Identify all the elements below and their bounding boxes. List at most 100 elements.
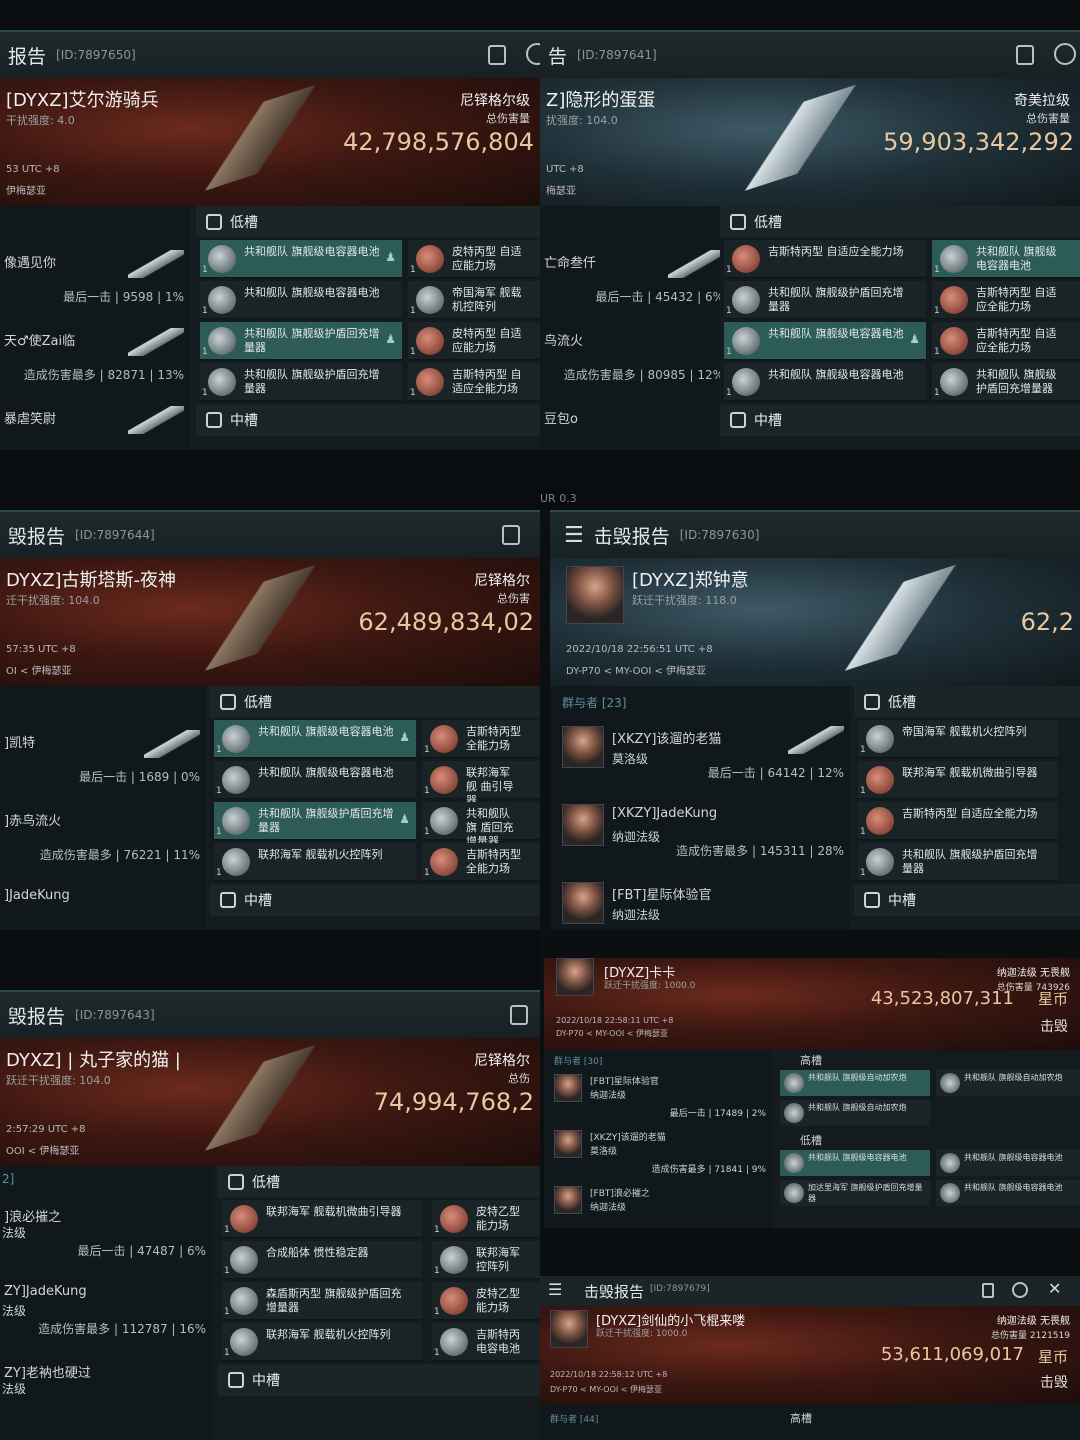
participants-count[interactable]: 群与者 [23] — [562, 694, 626, 711]
module-item[interactable]: 1 吉斯特丙型 自适应全能力场 — [932, 322, 1080, 360]
report-id[interactable]: [ID:7897644] — [75, 528, 155, 542]
module-item[interactable]: 1 联邦海军 舰载机火控阵列 — [222, 1323, 422, 1361]
victim-name[interactable]: Z]隐形的蛋蛋 — [546, 86, 655, 112]
section-low-slots[interactable]: 低槽 — [854, 686, 1080, 718]
module-item[interactable]: 1 吉斯特丙型 全能力场 — [422, 843, 540, 881]
participants-count[interactable]: 群与者 [44] — [550, 1412, 598, 1425]
module-item[interactable]: 共和舰队 旗舰级电容器电池 — [936, 1150, 1080, 1176]
section-mid-slots[interactable]: 中槽 — [210, 884, 540, 916]
attacker-row[interactable]: [XKZY]JadeKung 纳迦法级 造成伤害最多 | 145311 | 28% — [550, 794, 850, 874]
close-icon[interactable]: ✕ — [1048, 1279, 1061, 1298]
module-item[interactable]: 1 吉斯特丙型 自适应全能力场 — [408, 363, 540, 401]
attacker-row[interactable]: 天♂使Zai临 造成伤害最多 | 82871 | 13% — [0, 318, 190, 398]
attacker-row[interactable]: [FBT]星际体验官 纳迦法级 最后一击 | 17489 | 2% — [544, 1068, 772, 1120]
module-item[interactable]: 共和舰队 旗舰级自动加农炮 — [936, 1070, 1080, 1096]
module-item[interactable]: 1 共和舰队 旗 盾回充增量器 — [422, 802, 540, 848]
section-low-slots[interactable]: 低槽 — [720, 206, 1080, 238]
section-low-slots[interactable]: 低槽 — [210, 686, 540, 718]
module-item[interactable]: 1 皮特丙型 自适应能力场 — [408, 240, 540, 278]
attacker-row[interactable]: 鸟流火 造成伤害最多 | 80985 | 12% — [540, 318, 730, 398]
attacker-row[interactable]: ZY]老衲也硬过 法级 — [0, 1350, 212, 1430]
module-item[interactable]: 共和舰队 旗舰级电容器电池 — [780, 1150, 930, 1176]
module-item[interactable]: 共和舰队 旗舰级自动加农炮 — [780, 1070, 930, 1096]
menu-icon[interactable]: ☰ — [564, 523, 584, 548]
module-item[interactable]: 共和舰队 旗舰级电容器电池 — [936, 1180, 1080, 1206]
module-item[interactable]: 1 共和舰队 旗舰级电容器电池 ♟ — [724, 322, 926, 360]
clipboard-icon[interactable] — [982, 1283, 994, 1298]
module-item[interactable]: 1 吉斯特丙型 自适应全能力场 — [932, 281, 1080, 319]
attacker-row[interactable]: ]赤鸟流火 造成伤害最多 | 76221 | 11% — [0, 798, 206, 878]
report-id[interactable]: [ID:7897679] — [650, 1284, 710, 1294]
section-mid-slots[interactable]: 中槽 — [218, 1364, 540, 1396]
module-item[interactable]: 1 森盾斯丙型 旗舰级护盾回充增量器 — [222, 1282, 422, 1320]
module-item[interactable]: 1 帝国海军 舰载机火控阵列 — [858, 720, 1058, 758]
module-item[interactable]: 1 合成船体 惯性稳定器 — [222, 1241, 422, 1279]
module-item[interactable]: 1 联邦海军 舰载机微曲引导器 — [222, 1200, 422, 1238]
clipboard-icon[interactable] — [510, 1005, 528, 1025]
victim-name[interactable]: [DYXZ]郑钟意 — [632, 566, 749, 592]
module-item[interactable]: 1 共和舰队 旗舰级电容器电池 — [932, 240, 1080, 278]
module-item[interactable]: 1 吉斯特丙 电容电池 — [432, 1323, 540, 1361]
module-item[interactable]: 1 共和舰队 旗舰级护盾回充增量器 — [932, 363, 1080, 401]
victim-name[interactable]: [DYXZ]艾尔游骑兵 — [6, 86, 159, 112]
section-mid-slots[interactable]: 中槽 — [854, 884, 1080, 916]
section-high-slots[interactable]: 高槽 — [790, 1410, 812, 1426]
clipboard-icon[interactable] — [1016, 45, 1034, 65]
attacker-row[interactable]: [FBT]浪必摧之 纳迦法级 — [544, 1180, 772, 1228]
module-item[interactable]: 1 皮特乙型 能力场 — [432, 1282, 540, 1320]
module-item[interactable]: 1 皮特乙型 能力场 — [432, 1200, 540, 1238]
module-item[interactable]: 1 共和舰队 旗舰级护盾回充增量器 — [200, 363, 402, 401]
share-icon[interactable] — [1012, 1282, 1028, 1298]
share-icon[interactable] — [526, 43, 540, 65]
module-item[interactable]: 共和舰队 旗舰级自动加农炮 — [780, 1100, 930, 1126]
attacker-row[interactable]: [XKZY]该遛的老猫 莫洛级 最后一击 | 64142 | 12% — [550, 716, 850, 796]
module-item[interactable]: 1 吉斯特丙型 全能力场 — [422, 720, 540, 758]
participants-count[interactable]: 群与者 [30] — [554, 1054, 602, 1067]
attacker-row[interactable]: ]JadeKung — [0, 876, 206, 930]
report-id[interactable]: [ID:7897630] — [680, 528, 760, 542]
attacker-row[interactable]: ]凯特 最后一击 | 1689 | 0% — [0, 720, 206, 800]
module-item[interactable]: 1 联邦海军 舰 曲引导器 — [422, 761, 540, 807]
report-id[interactable]: [ID:7897641] — [577, 48, 657, 62]
attacker-row[interactable]: ]浪必摧之 法级 最后一击 | 47487 | 6% — [0, 1194, 212, 1274]
module-item[interactable]: 1 共和舰队 旗舰级电容器电池 ♟ — [214, 720, 416, 758]
participants-count[interactable]: 2] — [2, 1172, 14, 1186]
module-item[interactable]: 1 皮特丙型 自适应能力场 — [408, 322, 540, 360]
module-item[interactable]: 1 共和舰队 旗舰级电容器电池 — [724, 363, 926, 401]
attacker-row[interactable]: ZY]JadeKung 法级 造成伤害最多 | 112787 | 16% — [0, 1272, 212, 1352]
section-high-slots[interactable]: 高槽 — [800, 1052, 822, 1068]
module-item[interactable]: 1 共和舰队 旗舰级电容器电池 ♟ — [200, 240, 402, 278]
module-item[interactable]: 1 吉斯特丙型 自适应全能力场 — [858, 802, 1058, 840]
report-id[interactable]: [ID:7897643] — [75, 1008, 155, 1022]
module-item[interactable]: 1 共和舰队 旗舰级护盾回充增量器 — [858, 843, 1058, 881]
module-item[interactable]: 1 联邦海军 舰载机微曲引导器 — [858, 761, 1058, 799]
attacker-row[interactable]: [XKZY]该遛的老猫 莫洛级 造成伤害最多 | 71841 | 9% — [544, 1124, 772, 1176]
module-item[interactable]: 1 共和舰队 旗舰级护盾回充增量器 ♟ — [200, 322, 402, 360]
section-low-slots[interactable]: 低槽 — [218, 1166, 540, 1198]
module-item[interactable]: 1 帝国海军 舰载机控阵列 — [408, 281, 540, 319]
section-mid-slots[interactable]: 中槽 — [196, 404, 540, 436]
attacker-row[interactable]: [FBT]星际体验官 纳迦法级 — [550, 872, 850, 930]
victim-portrait[interactable] — [556, 958, 594, 996]
attacker-row[interactable]: 亡命叁仟 最后一击 | 45432 | 6% — [540, 240, 730, 320]
module-item[interactable]: 加达里海军 旗舰级护盾回充增量器 — [780, 1180, 930, 1206]
share-icon[interactable] — [1054, 43, 1076, 65]
module-item[interactable]: 1 吉斯特丙型 自适应全能力场 — [724, 240, 926, 278]
victim-name[interactable]: DYXZ]古斯塔斯-夜神 — [6, 566, 176, 592]
section-mid-slots[interactable]: 中槽 — [720, 404, 1080, 436]
attacker-row[interactable]: 暴虐笑尉 — [0, 396, 190, 450]
clipboard-icon[interactable] — [488, 45, 506, 65]
module-item[interactable]: 1 共和舰队 旗舰级护盾回充增量器 — [724, 281, 926, 319]
module-item[interactable]: 1 联邦海军 舰载机火控阵列 — [214, 843, 416, 881]
section-low-slots[interactable]: 低槽 — [800, 1132, 822, 1148]
menu-icon[interactable]: ☰ — [548, 1280, 562, 1299]
victim-name[interactable]: DYXZ] | 丸子家的猫 | — [6, 1046, 181, 1072]
module-item[interactable]: 1 联邦海军 控阵列 — [432, 1241, 540, 1279]
report-id[interactable]: [ID:7897650] — [56, 48, 136, 62]
attacker-row[interactable]: 豆包o — [540, 396, 730, 450]
module-item[interactable]: 1 共和舰队 旗舰级护盾回充增量器 ♟ — [214, 802, 416, 840]
attacker-row[interactable]: 像遇见你 最后一击 | 9598 | 1% — [0, 240, 190, 320]
module-item[interactable]: 1 共和舰队 旗舰级电容器电池 — [214, 761, 416, 799]
clipboard-icon[interactable] — [502, 525, 520, 545]
victim-portrait[interactable] — [566, 566, 624, 624]
